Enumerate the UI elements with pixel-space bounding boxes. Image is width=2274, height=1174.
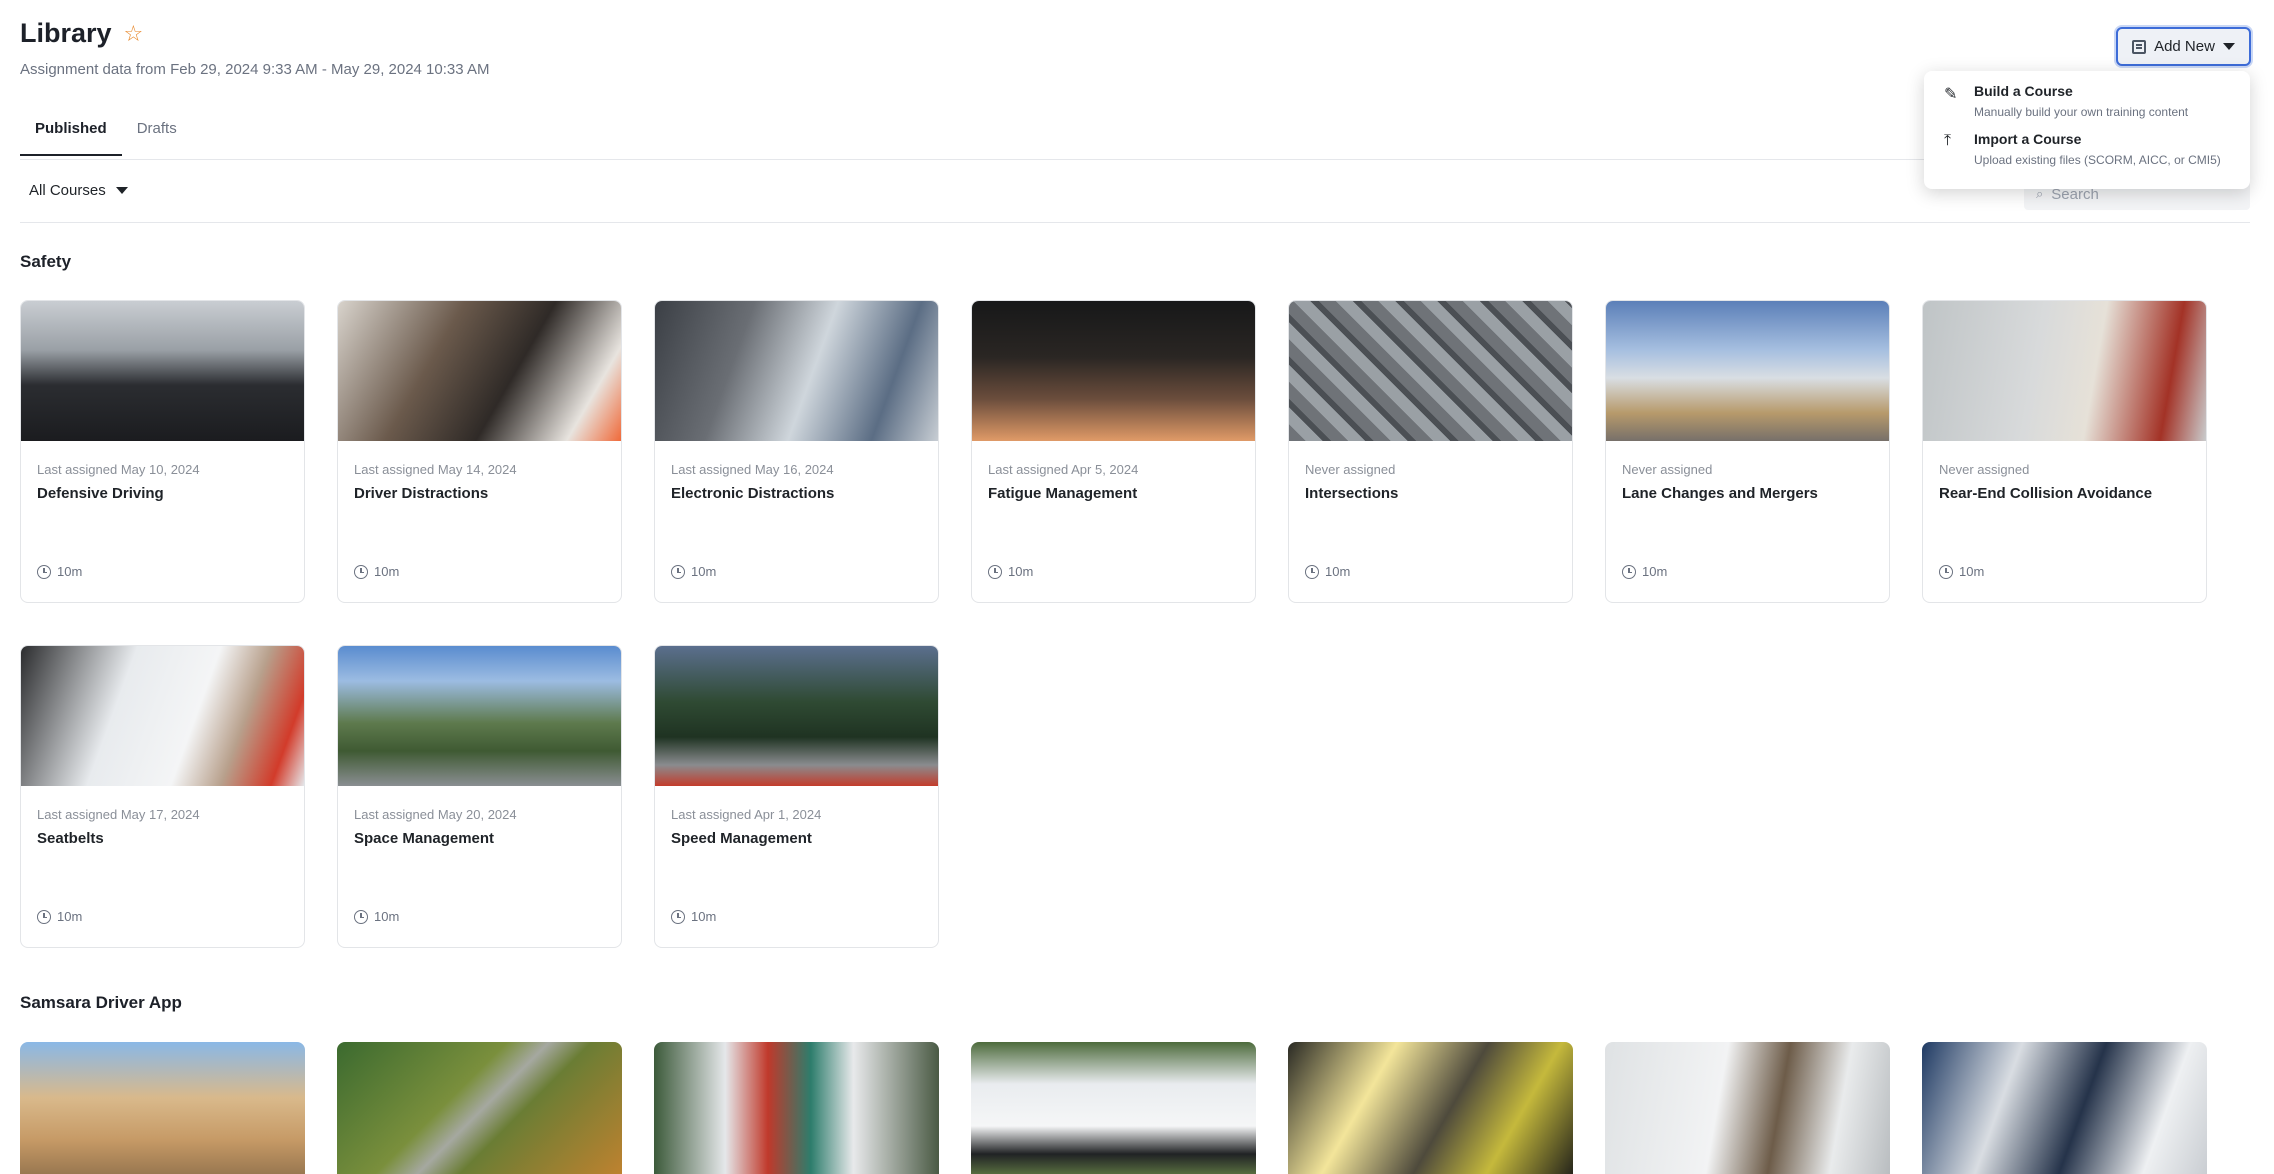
course-last-assigned: Never assigned (1622, 462, 1713, 477)
course-duration: 10m (691, 564, 717, 579)
course-name: Speed Management (671, 830, 812, 847)
library-icon (2132, 39, 2147, 54)
course-last-assigned: Last assigned May 20, 2024 (354, 807, 517, 822)
course-last-assigned: Last assigned May 17, 2024 (37, 807, 200, 822)
course-last-assigned: Last assigned May 14, 2024 (354, 462, 517, 477)
tab-drafts[interactable]: Drafts (122, 108, 192, 156)
divider (20, 159, 2250, 160)
page-header: Library ☆ Assignment data from Feb 29, 2… (20, 18, 489, 78)
course-thumbnail (21, 301, 304, 441)
clock-icon (37, 909, 51, 924)
course-duration: 10m (1008, 564, 1034, 579)
course-card[interactable]: Last assigned May 16, 2024 Electronic Di… (654, 300, 939, 603)
menu-item-description: Manually build your own training content (1974, 105, 2189, 119)
section-title-driver-app: Samsara Driver App (20, 993, 182, 1012)
course-thumbnail[interactable] (20, 1042, 305, 1174)
course-filter-dropdown[interactable]: All Courses (29, 182, 128, 199)
menu-item-description: Upload existing files (SCORM, AICC, or C… (1974, 153, 2221, 167)
chevron-down-icon (2222, 43, 2235, 50)
course-last-assigned: Last assigned May 10, 2024 (37, 462, 200, 477)
course-card[interactable]: Last assigned May 10, 2024 Defensive Dri… (20, 300, 305, 603)
course-card[interactable]: Last assigned May 20, 2024 Space Managem… (337, 645, 622, 948)
section-title-safety: Safety (20, 252, 72, 271)
menu-item-title: Build a Course (1974, 83, 2073, 99)
course-thumbnail[interactable] (1605, 1042, 1890, 1174)
clock-icon (1622, 564, 1636, 579)
upload-icon: ⤒ (1944, 132, 1952, 149)
course-duration: 10m (57, 564, 83, 579)
course-duration: 10m (57, 909, 83, 924)
star-icon[interactable]: ☆ (124, 22, 144, 45)
course-card[interactable]: Last assigned May 14, 2024 Driver Distra… (337, 300, 622, 603)
clock-icon (671, 564, 685, 579)
tab-published[interactable]: Published (20, 108, 122, 156)
course-thumbnail (655, 646, 938, 786)
menu-item-build-course[interactable]: ✎ Build a Course Manually build your own… (1944, 83, 2230, 119)
course-name: Fatigue Management (988, 485, 1138, 502)
add-new-menu: ✎ Build a Course Manually build your own… (1924, 71, 2250, 189)
course-card[interactable]: Last assigned Apr 5, 2024 Fatigue Manage… (971, 300, 1256, 603)
course-last-assigned: Last assigned May 16, 2024 (671, 462, 834, 477)
course-name: Defensive Driving (37, 485, 164, 502)
menu-item-import-course[interactable]: ⤒ Import a Course Upload existing files … (1944, 131, 2230, 167)
tab-bar: Published Drafts (20, 108, 192, 156)
course-thumbnail[interactable] (1922, 1042, 2207, 1174)
course-thumbnail (338, 301, 621, 441)
pencil-icon: ✎ (1944, 86, 1958, 103)
course-card[interactable]: Never assigned Lane Changes and Mergers … (1605, 300, 1890, 603)
add-new-label: Add New (2154, 38, 2215, 55)
course-thumbnail[interactable] (654, 1042, 939, 1174)
clock-icon (988, 564, 1002, 579)
course-name: Intersections (1305, 485, 1399, 502)
course-name: Rear-End Collision Avoidance (1939, 485, 2153, 502)
course-name: Space Management (354, 830, 495, 847)
course-last-assigned: Never assigned (1305, 462, 1396, 477)
course-duration: 10m (1642, 564, 1668, 579)
course-thumbnail (1289, 301, 1572, 441)
divider (20, 222, 2250, 223)
clock-icon (37, 564, 51, 579)
course-card[interactable]: Never assigned Rear-End Collision Avoida… (1922, 300, 2207, 603)
course-thumbnail (1606, 301, 1889, 441)
course-name: Seatbelts (37, 830, 104, 847)
chevron-down-icon (115, 187, 128, 194)
course-name: Lane Changes and Mergers (1622, 485, 1818, 502)
course-duration: 10m (1959, 564, 1985, 579)
course-thumbnail (1923, 301, 2206, 441)
course-card[interactable]: Never assigned Intersections 10m (1288, 300, 1573, 603)
course-last-assigned: Last assigned Apr 5, 2024 (988, 462, 1139, 477)
course-name: Driver Distractions (354, 485, 489, 502)
course-name: Electronic Distractions (671, 485, 835, 502)
add-new-button[interactable]: Add New (2116, 27, 2251, 66)
course-card[interactable]: Last assigned May 17, 2024 Seatbelts 10m (20, 645, 305, 948)
clock-icon (354, 909, 368, 924)
course-card[interactable]: Last assigned Apr 1, 2024 Speed Manageme… (654, 645, 939, 948)
course-thumbnail (21, 646, 304, 786)
course-last-assigned: Never assigned (1939, 462, 2030, 477)
menu-item-title: Import a Course (1974, 131, 2082, 147)
course-thumbnail (655, 301, 938, 441)
clock-icon (1305, 564, 1319, 579)
course-duration: 10m (1325, 564, 1351, 579)
assignment-date-range: Assignment data from Feb 29, 2024 9:33 A… (20, 61, 490, 78)
clock-icon (1939, 564, 1953, 579)
course-thumbnail (972, 301, 1255, 441)
course-thumbnail[interactable] (971, 1042, 1256, 1174)
clock-icon (354, 564, 368, 579)
clock-icon (671, 909, 685, 924)
course-last-assigned: Last assigned Apr 1, 2024 (671, 807, 822, 822)
filter-label: All Courses (29, 182, 106, 199)
course-duration: 10m (374, 909, 400, 924)
course-duration: 10m (691, 909, 717, 924)
course-duration: 10m (374, 564, 400, 579)
page-title: Library (20, 18, 112, 48)
course-thumbnail (338, 646, 621, 786)
course-thumbnail[interactable] (337, 1042, 622, 1174)
course-thumbnail[interactable] (1288, 1042, 1573, 1174)
